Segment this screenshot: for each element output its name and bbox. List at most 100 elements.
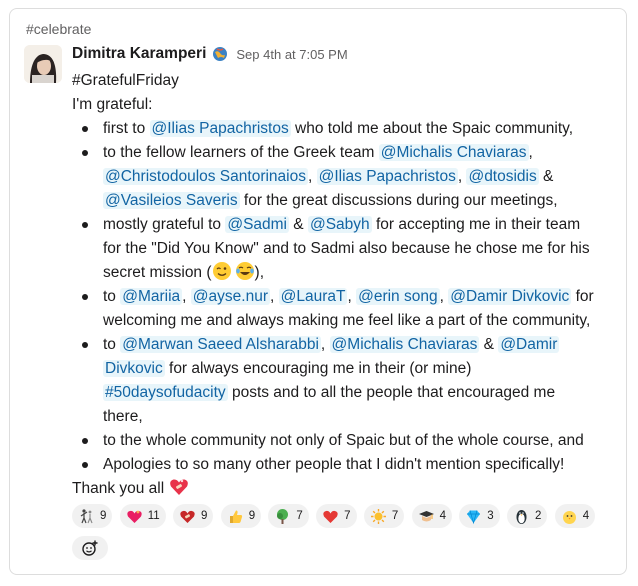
text-segment: posts and to all the people that encoura… bbox=[227, 384, 556, 401]
text-segment: , bbox=[182, 288, 191, 305]
penguin-icon bbox=[516, 509, 527, 524]
text-segment: , bbox=[307, 168, 317, 185]
reaction-tree[interactable]: 7 bbox=[268, 504, 309, 528]
message-intro: I'm grateful: bbox=[72, 96, 153, 113]
text-segment: & bbox=[289, 216, 308, 233]
reaction-sun[interactable]: 7 bbox=[363, 504, 405, 528]
text-segment: secret mission ( bbox=[103, 264, 212, 281]
text-segment: welcoming me and always making me feel l… bbox=[103, 312, 591, 329]
reaction-count: 9 bbox=[200, 510, 208, 522]
reaction-count: 11 bbox=[147, 510, 160, 522]
message-card: #celebrate Dimitra Karamperi Sep 4th at … bbox=[9, 8, 627, 575]
reaction-count: 7 bbox=[344, 510, 351, 522]
sun-icon bbox=[370, 508, 386, 524]
text-segment: , bbox=[528, 144, 533, 161]
reaction-sparkling-heart[interactable]: 11 bbox=[119, 504, 166, 528]
text-segment: for the great discussions during our mee… bbox=[239, 192, 558, 209]
dancers-icon bbox=[80, 508, 93, 523]
user-mention[interactable]: @Ilias Papachristos bbox=[149, 120, 291, 137]
reaction-count: 2 bbox=[535, 510, 542, 522]
text-segment: ), bbox=[254, 264, 264, 281]
text-segment: to the whole community not only of Spaic… bbox=[103, 432, 584, 449]
avatar[interactable] bbox=[24, 45, 62, 83]
add-reaction-button[interactable] bbox=[72, 536, 108, 560]
tree-icon bbox=[277, 508, 289, 524]
reaction-chick[interactable]: 4 bbox=[554, 504, 596, 528]
reaction-penguin[interactable]: 2 bbox=[507, 504, 548, 528]
list-item: to @Marwan Saeed Alsharabbi, @Michalis C… bbox=[72, 333, 620, 429]
closing-text: Thank you all bbox=[72, 480, 165, 497]
text-segment: for accepting me in their team bbox=[371, 216, 581, 233]
reactions-bar: 9 11 9 9 7 7 7 4 3 2 4 bbox=[72, 504, 620, 562]
text-segment: mostly grateful to bbox=[103, 216, 226, 233]
hashtag-link[interactable]: #50daysofudacity bbox=[103, 384, 228, 401]
user-mention[interactable]: @erin song bbox=[356, 288, 440, 305]
message-header: Dimitra Karamperi Sep 4th at 7:05 PM bbox=[72, 45, 348, 63]
text-segment: who told me about the Spaic community, bbox=[290, 120, 574, 137]
add-emoji-icon bbox=[82, 540, 98, 556]
user-mention[interactable]: @LauraT bbox=[278, 288, 348, 305]
channel-label[interactable]: #celebrate bbox=[26, 21, 91, 37]
user-mention[interactable]: @Michalis Chaviaras bbox=[329, 336, 480, 353]
winking-face-icon bbox=[212, 262, 231, 280]
reaction-gem[interactable]: 3 bbox=[459, 504, 500, 528]
red-heart-icon bbox=[323, 510, 338, 523]
list-item: mostly grateful to @Sadmi & @Sabyh for a… bbox=[72, 213, 620, 285]
heart-with-bandage-icon bbox=[169, 479, 188, 495]
text-segment: to bbox=[103, 336, 121, 353]
sparkling-heart-icon bbox=[127, 509, 142, 523]
list-item: Apologies to so many other people that I… bbox=[72, 453, 620, 477]
reaction-count: 7 bbox=[296, 510, 303, 522]
user-mention[interactable]: Divkovic bbox=[103, 360, 165, 377]
timestamp[interactable]: Sep 4th at 7:05 PM bbox=[236, 47, 347, 62]
text-segment: to the fellow learners of the Greek team bbox=[103, 144, 379, 161]
reaction-count: 4 bbox=[582, 510, 590, 522]
reaction-count: 4 bbox=[439, 510, 446, 522]
heart-bandaged-icon bbox=[180, 510, 195, 523]
tears-of-joy-icon bbox=[235, 262, 254, 280]
reaction-dancers[interactable]: 9 bbox=[72, 504, 113, 528]
user-mention[interactable]: @Damir Divkovic bbox=[448, 288, 572, 305]
author-name[interactable]: Dimitra Karamperi bbox=[72, 45, 206, 63]
text-segment: there, bbox=[103, 408, 143, 425]
text-segment: , bbox=[269, 288, 279, 305]
user-mention[interactable]: @Vasileios Saveris bbox=[103, 192, 240, 209]
user-mention[interactable]: @Sabyh bbox=[307, 216, 372, 233]
text-segment: Apologies to so many other people that I… bbox=[103, 456, 565, 473]
list-item: to @Mariia, @ayse.nur, @LauraT, @erin so… bbox=[72, 285, 620, 333]
list-item: first to @Ilias Papachristos who told me… bbox=[72, 117, 620, 141]
user-mention[interactable]: @Sadmi bbox=[225, 216, 289, 233]
gratitude-list: first to @Ilias Papachristos who told me… bbox=[72, 117, 620, 477]
reaction-count: 9 bbox=[100, 510, 107, 522]
user-mention[interactable]: @Mariia bbox=[120, 288, 183, 305]
message-body: #GratefulFriday I'm grateful: first to @… bbox=[72, 69, 620, 501]
thumbs-up-icon bbox=[229, 510, 242, 523]
chick-icon bbox=[562, 510, 576, 524]
reaction-count: 3 bbox=[487, 510, 494, 522]
user-mention[interactable]: @ayse.nur bbox=[190, 288, 270, 305]
user-mention[interactable]: @Michalis Chaviaras bbox=[378, 144, 529, 161]
reaction-thumbs-up[interactable]: 9 bbox=[220, 504, 262, 528]
reaction-graduate[interactable]: 4 bbox=[411, 504, 452, 528]
gem-icon bbox=[467, 509, 481, 524]
user-mention[interactable]: @Ilias Papachristos bbox=[316, 168, 458, 185]
graduate-icon bbox=[418, 510, 434, 521]
text-segment: for always encouraging me in their (or m… bbox=[164, 360, 472, 377]
user-mention[interactable]: @dtosidis bbox=[466, 168, 539, 185]
user-mention[interactable]: @Marwan Saeed Alsharabbi bbox=[120, 336, 321, 353]
reaction-red-heart[interactable]: 7 bbox=[316, 504, 357, 528]
text-segment: , bbox=[320, 336, 330, 353]
list-item: to the whole community not only of Spaic… bbox=[72, 429, 620, 453]
user-mention[interactable]: @Damir bbox=[498, 336, 560, 353]
text-segment: for bbox=[571, 288, 594, 305]
text-segment: & bbox=[479, 336, 499, 353]
globe-status-icon bbox=[213, 47, 228, 61]
message-heading: #GratefulFriday bbox=[72, 72, 179, 89]
reaction-count: 7 bbox=[391, 510, 399, 522]
list-item: to the fellow learners of the Greek team… bbox=[72, 141, 620, 213]
text-segment: to bbox=[103, 288, 121, 305]
text-segment: , bbox=[439, 288, 449, 305]
reaction-count: 9 bbox=[248, 510, 256, 522]
user-mention[interactable]: @Christodoulos Santorinaios bbox=[103, 168, 308, 185]
reaction-heart-bandaged[interactable]: 9 bbox=[172, 504, 214, 528]
